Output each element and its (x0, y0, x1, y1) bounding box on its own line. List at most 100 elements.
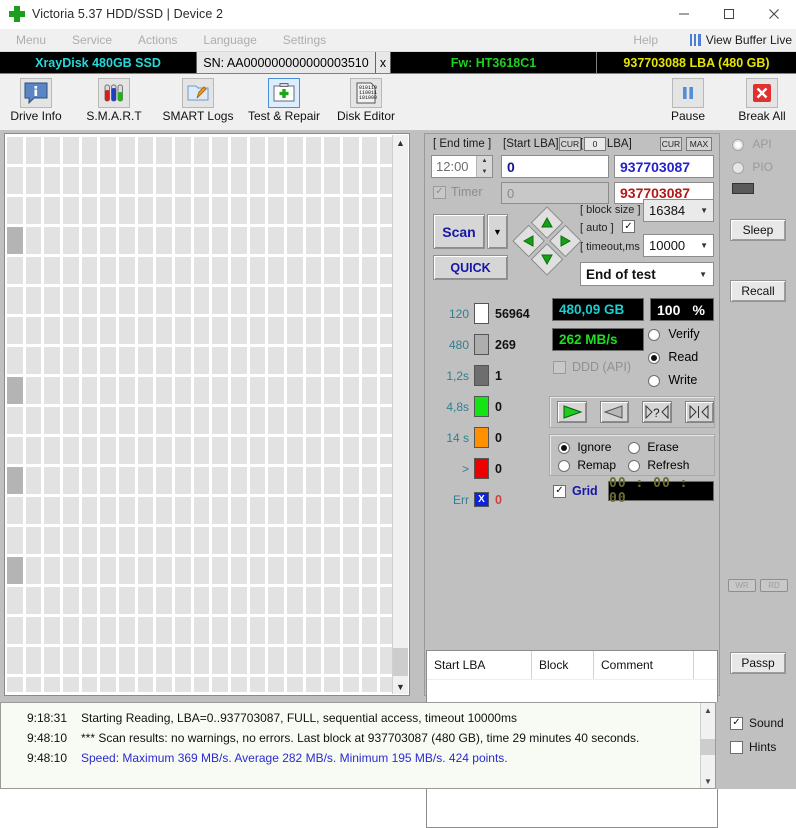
scroll-down-icon[interactable]: ▼ (393, 679, 408, 694)
ddd-api-checkbox[interactable] (553, 361, 566, 374)
block-map-cell[interactable] (287, 347, 303, 374)
block-map-cell[interactable] (119, 647, 135, 674)
block-map-cell[interactable] (156, 497, 172, 524)
block-map-cell[interactable] (324, 557, 340, 584)
block-map-cell[interactable] (306, 497, 322, 524)
block-map-cell[interactable] (268, 647, 284, 674)
block-map-cell[interactable] (212, 347, 228, 374)
refresh-radio[interactable] (628, 460, 640, 472)
block-map-cell[interactable] (287, 647, 303, 674)
end-lba-max-button[interactable]: MAX (686, 137, 712, 151)
block-map-cell[interactable] (7, 377, 23, 404)
block-map-cell[interactable] (250, 497, 266, 524)
menu-item-help[interactable]: Help (623, 33, 668, 47)
block-map-cell[interactable] (156, 197, 172, 224)
block-map-cell[interactable] (231, 437, 247, 464)
block-map-cell[interactable] (324, 677, 340, 692)
block-map-cell[interactable] (138, 677, 154, 692)
block-map-cell[interactable] (7, 137, 23, 164)
passport-button[interactable]: Passp (730, 652, 786, 674)
block-map-cell[interactable] (44, 407, 60, 434)
block-map-cell[interactable] (343, 437, 359, 464)
scan-dropdown-button[interactable]: ▼ (487, 214, 508, 249)
block-map-cell[interactable] (82, 377, 98, 404)
block-map-cell[interactable] (212, 197, 228, 224)
block-map-cell[interactable] (26, 377, 42, 404)
block-map-cell[interactable] (212, 647, 228, 674)
block-map-cell[interactable] (268, 167, 284, 194)
block-map-grid[interactable] (7, 137, 396, 692)
block-map-cell[interactable] (26, 167, 42, 194)
block-map-cell[interactable] (175, 377, 191, 404)
block-map-cell[interactable] (324, 587, 340, 614)
block-map-cell[interactable] (138, 527, 154, 554)
block-map-cell[interactable] (119, 197, 135, 224)
block-map-cell[interactable] (343, 197, 359, 224)
block-map-cell[interactable] (287, 677, 303, 692)
block-map-cell[interactable] (26, 647, 42, 674)
block-map-cell[interactable] (343, 317, 359, 344)
block-map-cell[interactable] (7, 497, 23, 524)
block-map-cell[interactable] (138, 287, 154, 314)
block-map-cell[interactable] (156, 317, 172, 344)
block-map-cell[interactable] (212, 527, 228, 554)
block-map-cell[interactable] (362, 617, 378, 644)
block-map-cell[interactable] (7, 317, 23, 344)
block-map-cell[interactable] (194, 257, 210, 284)
block-map-cell[interactable] (175, 167, 191, 194)
block-map-cell[interactable] (82, 317, 98, 344)
block-map-cell[interactable] (306, 317, 322, 344)
block-map-cell[interactable] (231, 257, 247, 284)
block-map-cell[interactable] (44, 287, 60, 314)
block-map-cell[interactable] (63, 437, 79, 464)
block-map-cell[interactable] (362, 257, 378, 284)
block-map-cell[interactable] (63, 407, 79, 434)
block-map-cell[interactable] (287, 317, 303, 344)
api-mode-option[interactable]: API (732, 137, 772, 151)
block-map-cell[interactable] (250, 167, 266, 194)
remap-radio[interactable] (558, 460, 570, 472)
block-map-cell[interactable] (119, 437, 135, 464)
block-map-cell[interactable] (82, 647, 98, 674)
block-map-cell[interactable] (26, 257, 42, 284)
block-map-cell[interactable] (100, 137, 116, 164)
block-map-cell[interactable] (306, 647, 322, 674)
quick-button[interactable]: QUICK (433, 255, 508, 280)
block-map-cell[interactable] (250, 347, 266, 374)
block-map-cell[interactable] (231, 317, 247, 344)
block-map-cell[interactable] (100, 677, 116, 692)
block-map-cell[interactable] (306, 137, 322, 164)
toolbar-smart-logs[interactable]: SMART Logs (162, 76, 234, 123)
block-map-cell[interactable] (306, 557, 322, 584)
block-map-cell[interactable] (250, 647, 266, 674)
block-map-cell[interactable] (212, 167, 228, 194)
block-map-cell[interactable] (324, 227, 340, 254)
log-entry[interactable]: 9:48:10*** Scan results: no warnings, no… (1, 728, 715, 748)
hints-checkbox[interactable] (730, 741, 743, 754)
block-map-cell[interactable] (362, 407, 378, 434)
block-map-cell[interactable] (138, 317, 154, 344)
block-map-cell[interactable] (156, 227, 172, 254)
block-map-cell[interactable] (343, 587, 359, 614)
block-map-cell[interactable] (119, 497, 135, 524)
block-map-cell[interactable] (231, 467, 247, 494)
block-map-cell[interactable] (138, 587, 154, 614)
block-map-cell[interactable] (324, 317, 340, 344)
block-map-cell[interactable] (63, 527, 79, 554)
block-map-cell[interactable] (119, 227, 135, 254)
block-map-cell[interactable] (156, 677, 172, 692)
block-map-cell[interactable] (100, 377, 116, 404)
block-map-cell[interactable] (156, 257, 172, 284)
block-map-cell[interactable] (324, 377, 340, 404)
write-radio[interactable] (648, 375, 660, 387)
block-map-cell[interactable] (63, 257, 79, 284)
block-map-cell[interactable] (175, 647, 191, 674)
block-map-cell[interactable] (63, 377, 79, 404)
block-map-cell[interactable] (194, 377, 210, 404)
block-map-cell[interactable] (306, 467, 322, 494)
block-map-cell[interactable] (82, 557, 98, 584)
block-map-cell[interactable] (7, 227, 23, 254)
block-map-cell[interactable] (231, 647, 247, 674)
block-map-cell[interactable] (82, 677, 98, 692)
action-ignore[interactable]: Ignore (558, 440, 611, 454)
